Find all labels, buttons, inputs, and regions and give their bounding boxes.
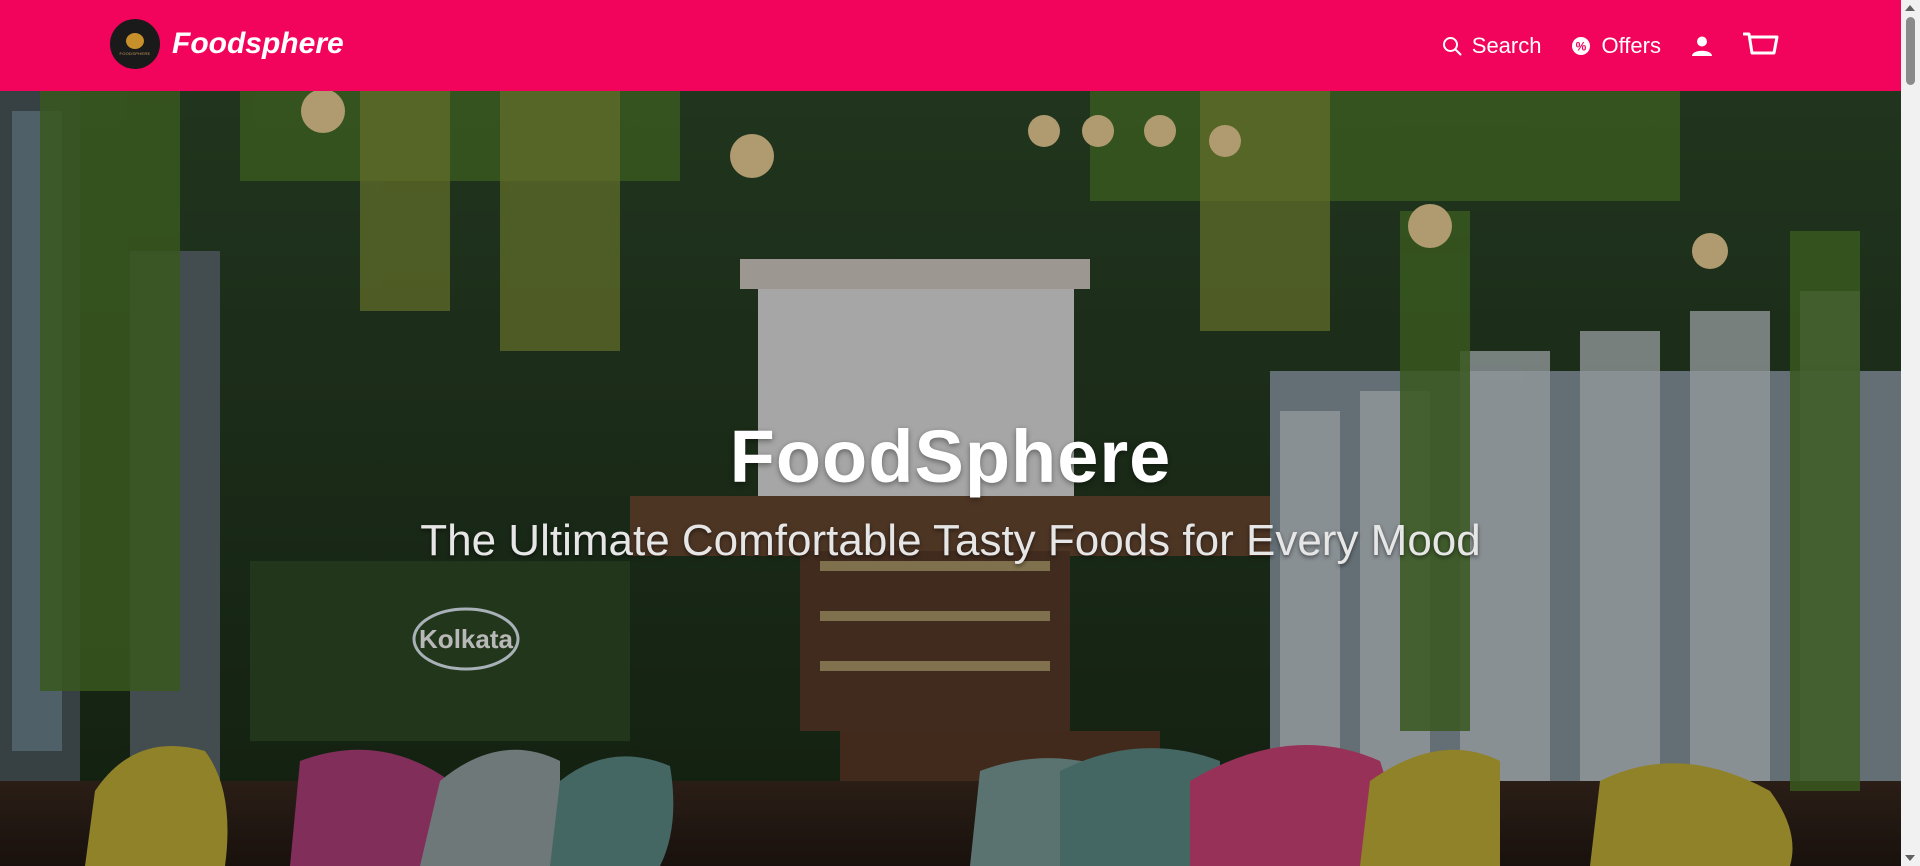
logo-emblem-icon	[126, 32, 144, 49]
hero-title: FoodSphere	[729, 415, 1172, 498]
vertical-scrollbar[interactable]	[1901, 0, 1920, 866]
offers-label: Offers	[1601, 32, 1661, 58]
search-icon	[1442, 36, 1462, 55]
hero-section: Kolkata FoodSphere The Ultimate Comforta…	[0, 91, 1901, 866]
scroll-thumb[interactable]	[1906, 17, 1915, 85]
hero-subtitle: The Ultimate Comfortable Tasty Foods for…	[420, 516, 1481, 565]
offers-nav-link[interactable]: % Offers	[1571, 33, 1661, 59]
cart-icon	[1743, 32, 1779, 54]
search-label: Search	[1471, 32, 1542, 58]
svg-text:%: %	[1576, 39, 1587, 53]
scroll-down-arrow-icon[interactable]	[1905, 855, 1915, 861]
main-nav: Search % Offers	[1412, 0, 1779, 91]
brand[interactable]: FOODSPHERE Foodsphere	[110, 19, 344, 69]
scroll-up-arrow-icon[interactable]	[1905, 5, 1915, 11]
logo-text: FOODSPHERE	[119, 50, 151, 56]
user-icon	[1692, 36, 1712, 56]
user-account-button[interactable]	[1691, 35, 1713, 57]
brand-name[interactable]: Foodsphere	[172, 27, 344, 61]
cart-button[interactable]	[1743, 31, 1779, 61]
offers-icon: %	[1572, 36, 1591, 55]
logo[interactable]: FOODSPHERE	[110, 19, 160, 69]
search-nav-link[interactable]: Search	[1442, 32, 1542, 59]
site-header: FOODSPHERE Foodsphere Search % Offers	[0, 0, 1901, 91]
